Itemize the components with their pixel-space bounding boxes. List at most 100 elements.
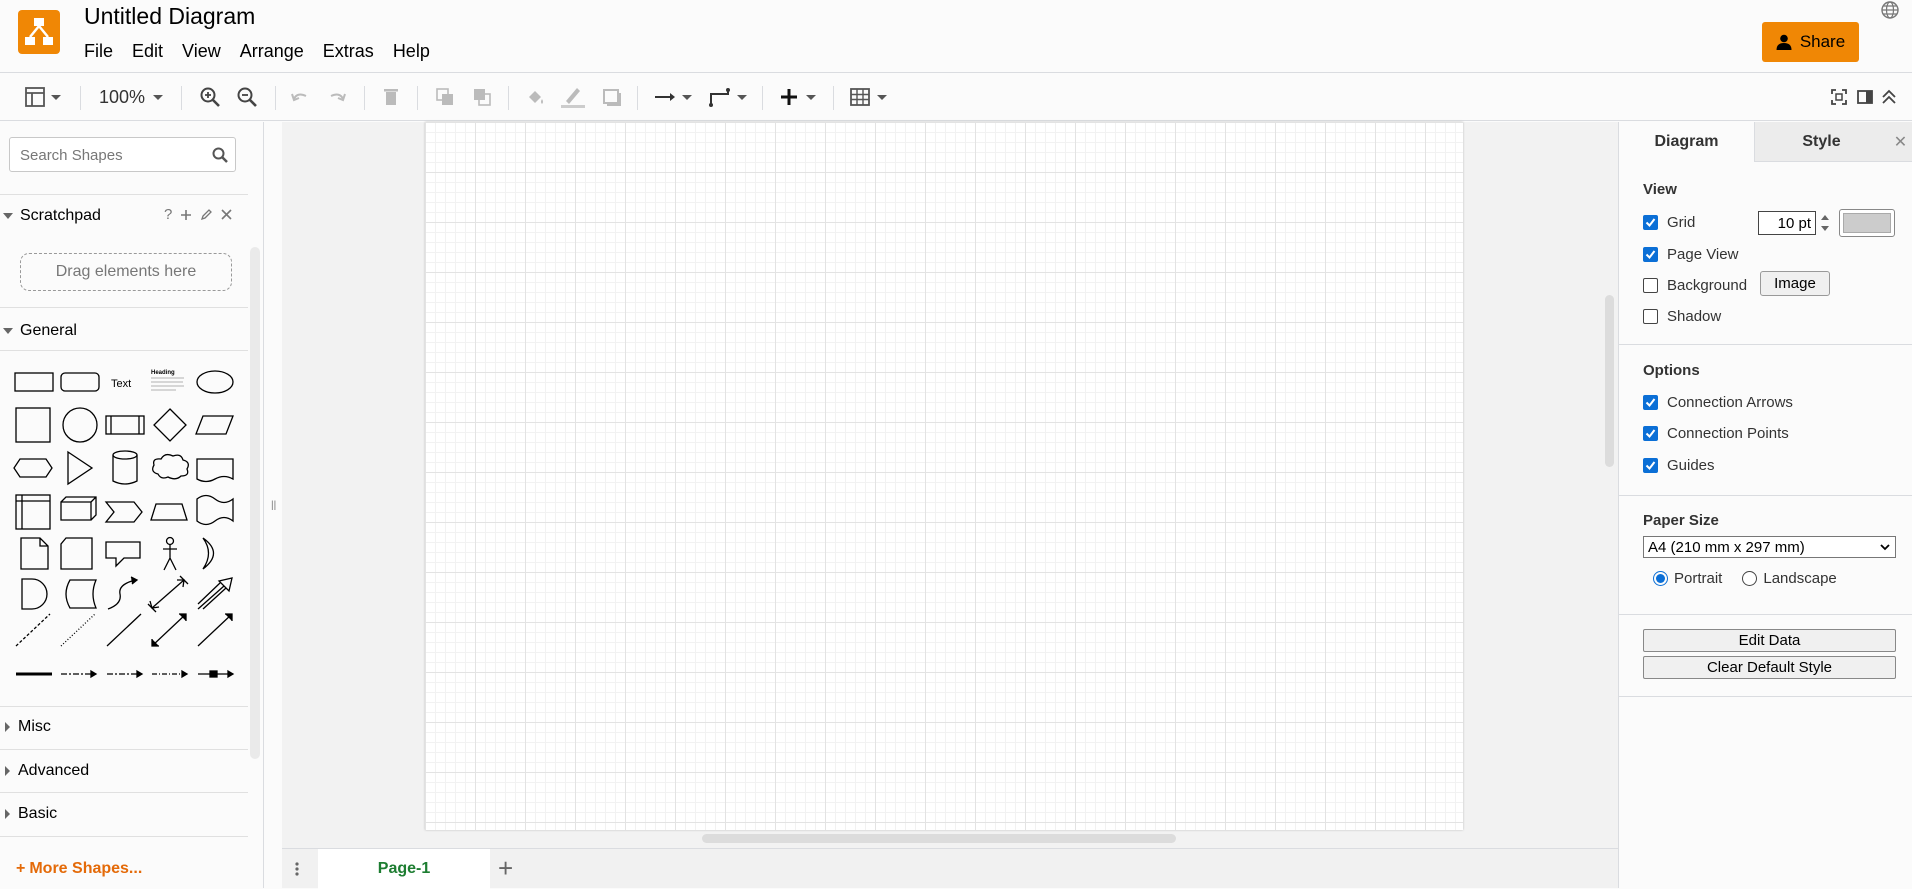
advanced-header[interactable]: Advanced bbox=[0, 760, 248, 782]
step-shape[interactable] bbox=[104, 501, 143, 523]
directional-connector-shape[interactable] bbox=[197, 613, 233, 647]
connection-button[interactable] bbox=[653, 85, 692, 109]
menu-edit[interactable]: Edit bbox=[132, 41, 163, 62]
diamond-shape[interactable] bbox=[153, 408, 187, 442]
note-shape[interactable] bbox=[20, 537, 49, 570]
add-icon[interactable] bbox=[180, 209, 192, 221]
toggle-format-panel-button[interactable] bbox=[1856, 85, 1874, 109]
scratchpad-drop-area[interactable]: Drag elements here bbox=[20, 253, 232, 291]
to-back-button[interactable] bbox=[471, 85, 493, 109]
close-icon[interactable]: ✕ bbox=[1888, 122, 1912, 162]
shadow-checkbox[interactable] bbox=[1643, 309, 1658, 324]
connection-points-checkbox[interactable] bbox=[1643, 426, 1658, 441]
grid-checkbox[interactable] bbox=[1643, 215, 1658, 230]
zoom-in-button[interactable] bbox=[199, 85, 221, 109]
general-header[interactable]: General bbox=[0, 320, 248, 342]
square-shape[interactable] bbox=[15, 407, 51, 443]
connector-2-labels-shape[interactable] bbox=[152, 669, 189, 679]
menu-help[interactable]: Help bbox=[393, 41, 430, 62]
page-menu-button[interactable] bbox=[294, 861, 300, 882]
horizontal-scrollbar[interactable] bbox=[702, 834, 1176, 843]
parallelogram-shape[interactable] bbox=[195, 415, 234, 435]
line-shape[interactable] bbox=[106, 613, 142, 647]
document-shape[interactable] bbox=[196, 458, 234, 483]
tape-shape[interactable] bbox=[196, 494, 234, 526]
grid-color-swatch[interactable] bbox=[1839, 209, 1895, 237]
page-view-option[interactable]: Page View bbox=[1643, 246, 1738, 263]
undo-button[interactable] bbox=[289, 85, 311, 109]
shadow-option[interactable]: Shadow bbox=[1643, 308, 1721, 325]
background-checkbox[interactable] bbox=[1643, 278, 1658, 293]
or-shape[interactable] bbox=[202, 537, 215, 570]
cylinder-shape[interactable] bbox=[112, 450, 138, 485]
diagram-title[interactable]: Untitled Diagram bbox=[84, 3, 255, 30]
process-shape[interactable] bbox=[105, 415, 145, 435]
trapezoid-shape[interactable] bbox=[150, 503, 188, 521]
landscape-radio[interactable] bbox=[1742, 571, 1758, 586]
background-option[interactable]: Background bbox=[1643, 277, 1747, 294]
grid-size-input[interactable]: 10 pt bbox=[1758, 211, 1816, 235]
help-icon[interactable]: ? bbox=[164, 206, 172, 223]
search-input[interactable] bbox=[18, 146, 208, 165]
drawio-logo-icon[interactable] bbox=[18, 10, 60, 54]
hexagon-shape[interactable] bbox=[13, 458, 53, 478]
menu-file[interactable]: File bbox=[84, 41, 113, 62]
arrow-shape[interactable] bbox=[197, 577, 233, 610]
delete-button[interactable] bbox=[380, 85, 402, 109]
close-icon[interactable] bbox=[221, 209, 232, 220]
grid-size-stepper[interactable] bbox=[1819, 211, 1831, 235]
connection-arrows-checkbox[interactable] bbox=[1643, 395, 1658, 410]
card-shape[interactable] bbox=[60, 537, 93, 570]
internal-storage-shape[interactable] bbox=[15, 494, 51, 530]
connection-arrows-option[interactable]: Connection Arrows bbox=[1643, 394, 1793, 411]
table-button[interactable] bbox=[849, 85, 887, 109]
waypoints-button[interactable] bbox=[708, 85, 747, 109]
menu-view[interactable]: View bbox=[182, 41, 221, 62]
bidirectional-arrow-shape[interactable] bbox=[147, 575, 189, 613]
search-icon[interactable] bbox=[212, 147, 228, 163]
callout-shape[interactable] bbox=[105, 541, 141, 568]
ellipse-shape[interactable] bbox=[196, 370, 234, 394]
curved-line-shape[interactable] bbox=[107, 576, 139, 610]
heading-textbox-shape[interactable]: Heading bbox=[151, 370, 184, 391]
tab-style[interactable]: Style bbox=[1754, 122, 1888, 162]
background-image-button[interactable]: Image bbox=[1760, 271, 1830, 296]
cloud-shape[interactable] bbox=[152, 453, 189, 480]
portrait-radio[interactable] bbox=[1653, 571, 1668, 586]
misc-header[interactable]: Misc bbox=[0, 716, 248, 738]
dashed-line-shape[interactable] bbox=[15, 613, 51, 647]
tab-diagram[interactable]: Diagram bbox=[1619, 122, 1754, 162]
dotted-line-shape[interactable] bbox=[60, 613, 96, 647]
shadow-button[interactable] bbox=[601, 85, 623, 109]
basic-header[interactable]: Basic bbox=[0, 803, 248, 825]
sidebar-splitter-handle[interactable]: || bbox=[271, 500, 276, 511]
zoom-out-button[interactable] bbox=[236, 85, 258, 109]
bidirectional-connector-shape[interactable] bbox=[151, 613, 187, 647]
insert-button[interactable] bbox=[778, 85, 816, 109]
rounded-rectangle-shape[interactable] bbox=[60, 372, 100, 392]
text-shape[interactable]: Text bbox=[111, 378, 131, 390]
collapse-toolbar-button[interactable] bbox=[1880, 85, 1898, 109]
data-storage-shape[interactable] bbox=[65, 579, 97, 609]
fill-color-button[interactable] bbox=[524, 85, 546, 109]
to-front-button[interactable] bbox=[434, 85, 456, 109]
portrait-label[interactable]: Portrait bbox=[1674, 570, 1722, 587]
clear-default-style-button[interactable]: Clear Default Style bbox=[1643, 656, 1896, 679]
search-shapes-field[interactable] bbox=[9, 137, 236, 172]
grid-option[interactable]: Grid bbox=[1643, 214, 1695, 231]
menu-arrange[interactable]: Arrange bbox=[240, 41, 304, 62]
landscape-label[interactable]: Landscape bbox=[1763, 570, 1836, 587]
share-button[interactable]: Share bbox=[1762, 22, 1859, 62]
guides-option[interactable]: Guides bbox=[1643, 457, 1715, 474]
triangle-shape[interactable] bbox=[67, 450, 94, 486]
connector-arrow-shape[interactable] bbox=[61, 669, 98, 679]
sidebar-scrollbar[interactable] bbox=[250, 247, 260, 759]
guides-checkbox[interactable] bbox=[1643, 458, 1658, 473]
page-tab[interactable]: Page-1 bbox=[318, 849, 490, 889]
delay-shape[interactable] bbox=[21, 578, 48, 610]
connector-label-shape[interactable] bbox=[107, 669, 144, 679]
vertical-scrollbar[interactable] bbox=[1605, 295, 1614, 467]
actor-shape[interactable] bbox=[163, 536, 177, 571]
globe-icon[interactable] bbox=[1880, 0, 1900, 20]
circle-shape[interactable] bbox=[62, 407, 98, 443]
